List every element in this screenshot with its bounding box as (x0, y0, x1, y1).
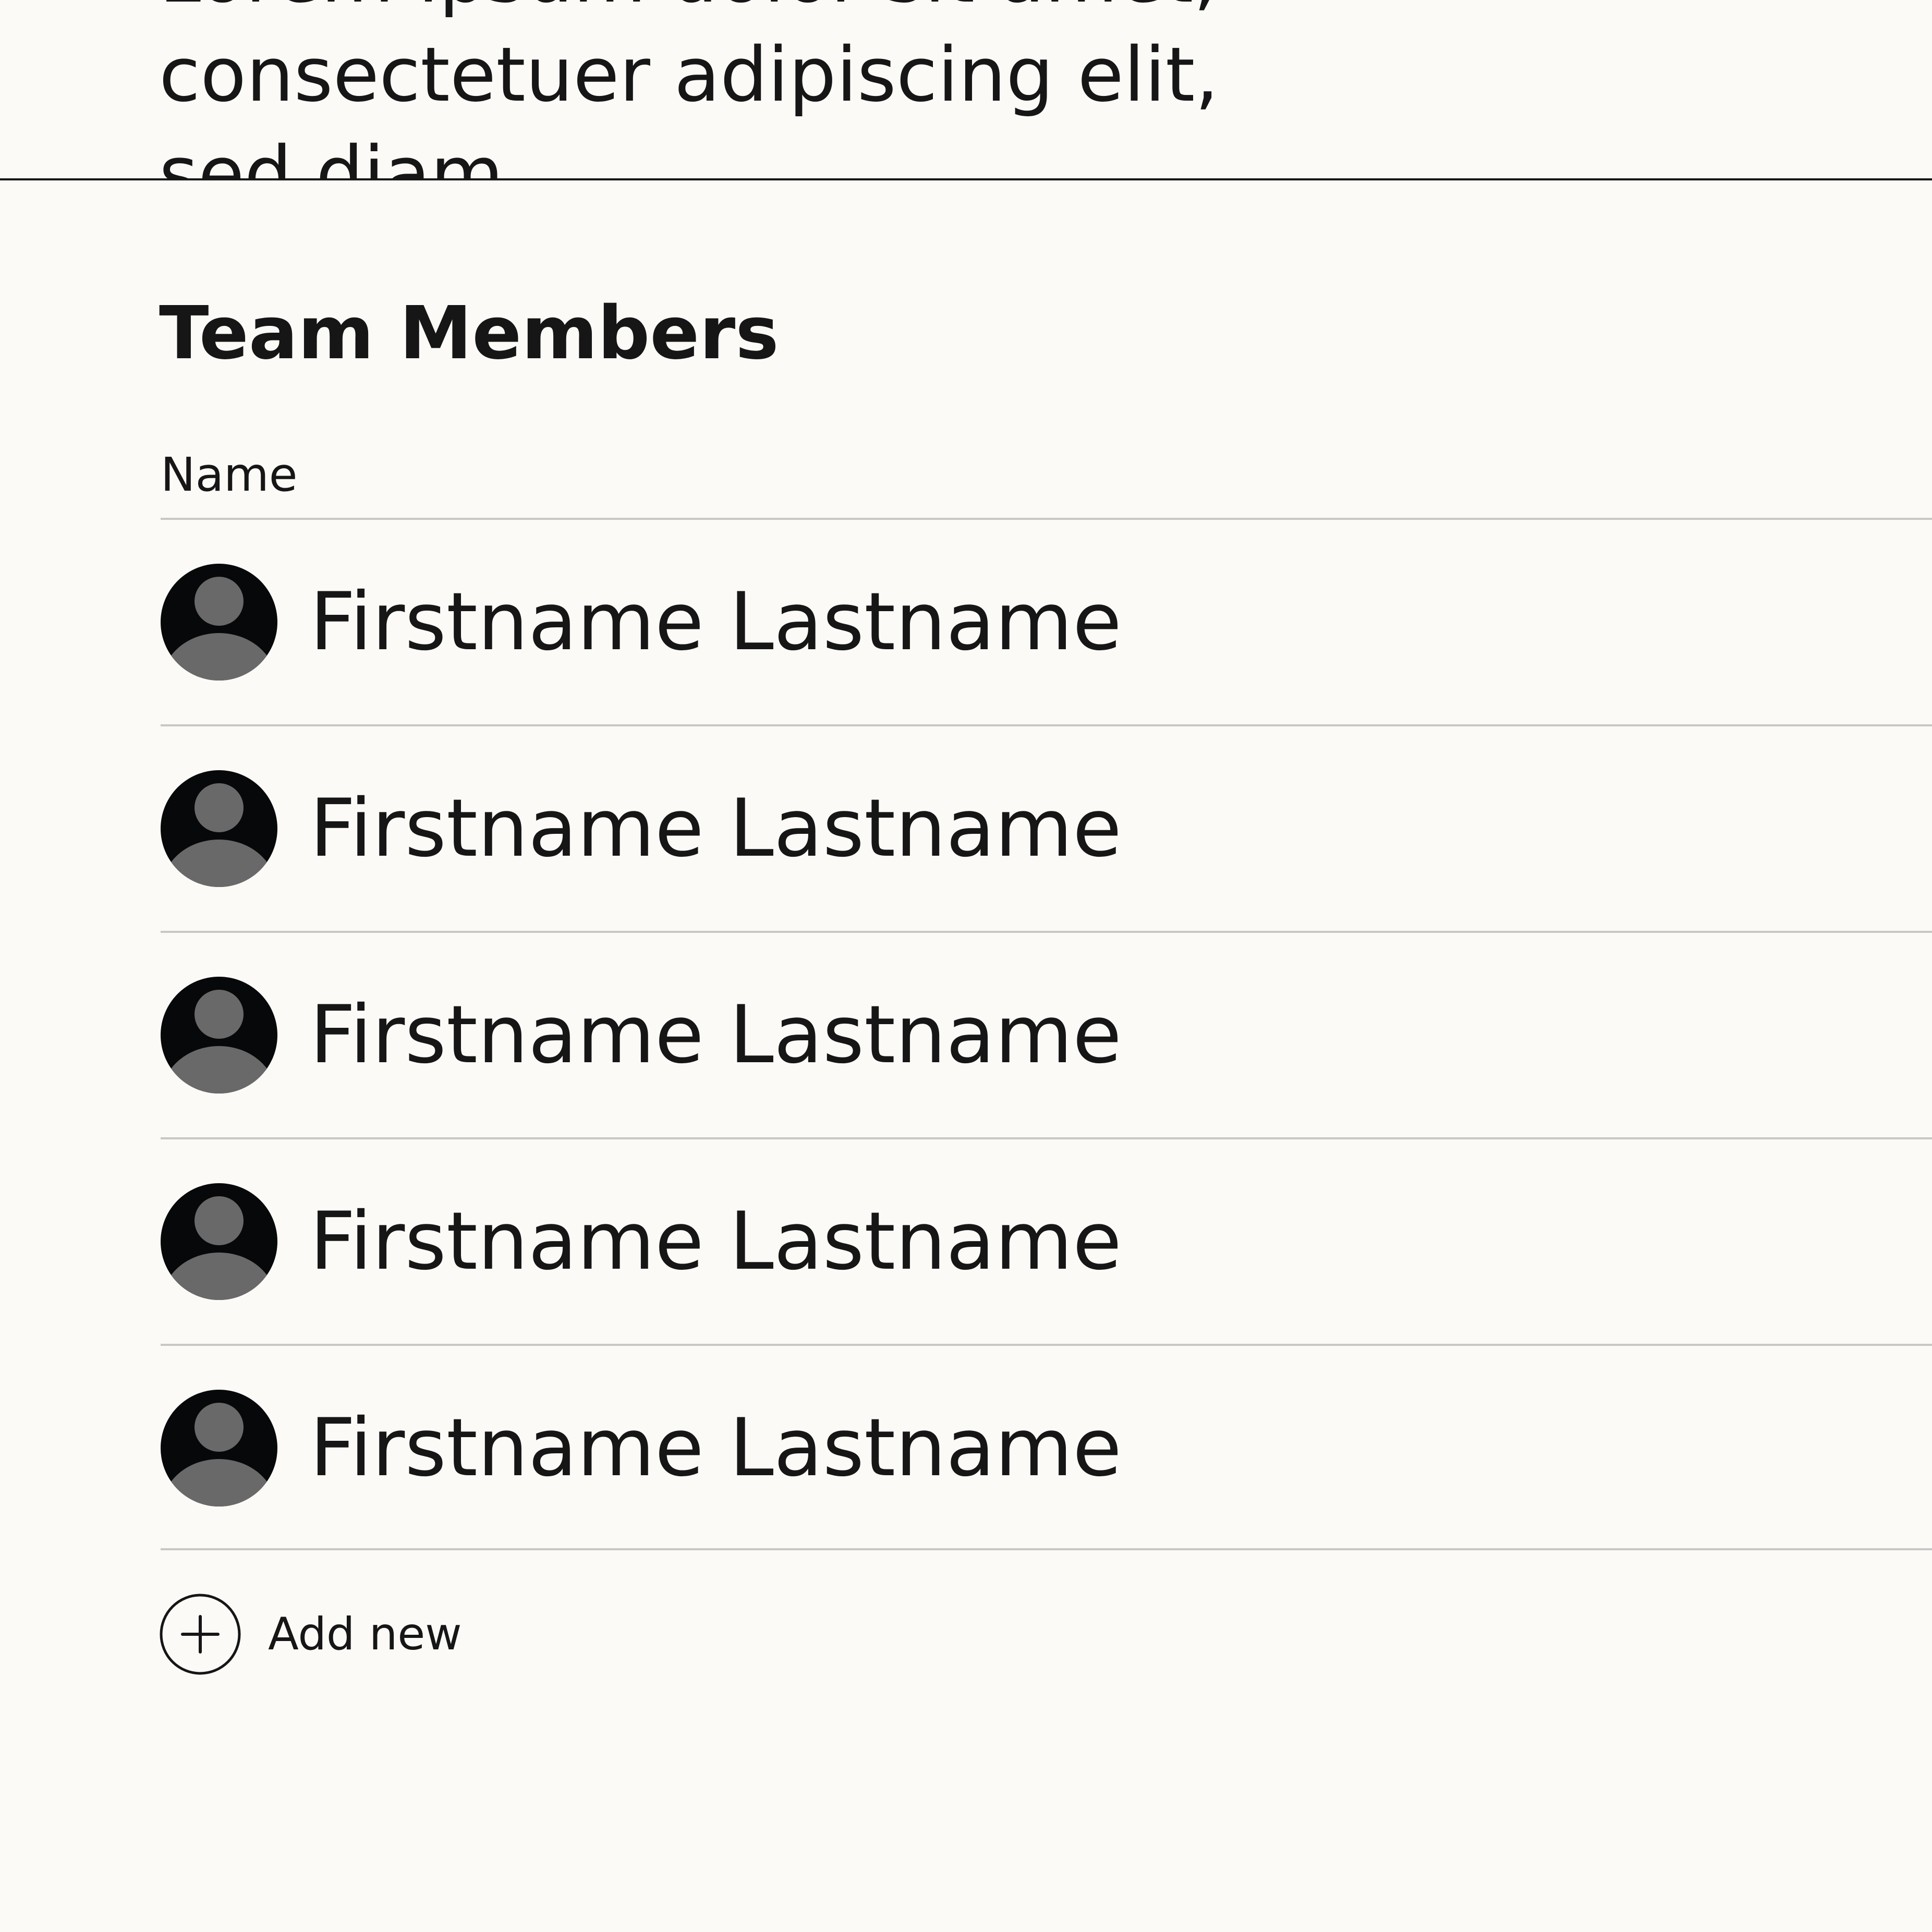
name-column-header: Name (161, 447, 298, 502)
row-divider (161, 1548, 1932, 1550)
team-member-row[interactable]: Firstname Lastname (161, 520, 1932, 724)
user-avatar-icon (161, 1390, 277, 1506)
team-member-name: Firstname Lastname (310, 989, 1122, 1082)
team-member-name: Firstname Lastname (310, 576, 1122, 669)
team-members-title: Team Members (159, 291, 779, 376)
intro-section: Lorem ipsum dolor sit amet, consectetuer… (0, 0, 1932, 180)
team-member-row[interactable]: Firstname Lastname (161, 933, 1932, 1137)
team-member-row[interactable]: Firstname Lastname (161, 726, 1932, 931)
user-avatar-icon (161, 1183, 277, 1300)
team-member-name: Firstname Lastname (310, 1195, 1122, 1288)
team-member-row[interactable]: Firstname Lastname (161, 1346, 1932, 1550)
plus-circle-icon (160, 1594, 241, 1675)
team-member-name: Firstname Lastname (310, 782, 1122, 875)
team-member-row[interactable]: Firstname Lastname (161, 1139, 1932, 1344)
team-member-name: Firstname Lastname (310, 1402, 1122, 1494)
user-avatar-icon (161, 564, 277, 681)
user-avatar-icon (161, 977, 277, 1093)
intro-text: Lorem ipsum dolor sit amet, consectetuer… (159, 0, 1219, 180)
add-new-button[interactable]: Add new (160, 1594, 462, 1675)
user-avatar-icon (161, 770, 277, 887)
add-new-label: Add new (268, 1608, 462, 1660)
